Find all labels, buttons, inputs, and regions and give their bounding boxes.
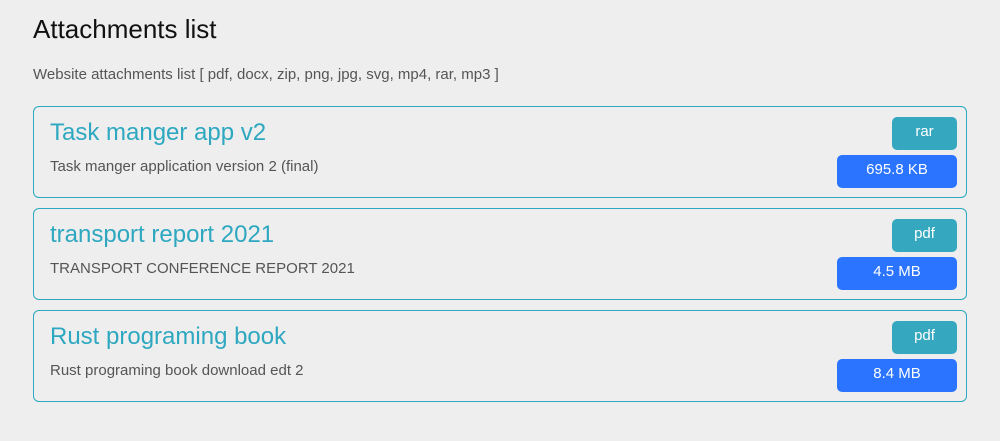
file-size-badge: 4.5 MB xyxy=(837,257,957,290)
file-size-badge: 695.8 KB xyxy=(837,155,957,188)
attachment-card[interactable]: transport report 2021 TRANSPORT CONFEREN… xyxy=(33,208,967,300)
attachment-description: Rust programing book download edt 2 xyxy=(50,362,304,379)
file-size-badge: 8.4 MB xyxy=(837,359,957,392)
attachment-card[interactable]: Rust programing book Rust programing boo… xyxy=(33,310,967,402)
attachment-title[interactable]: Rust programing book xyxy=(50,323,286,351)
page-title: Attachments list xyxy=(33,14,217,44)
attachment-card[interactable]: Task manger app v2 Task manger applicati… xyxy=(33,106,967,198)
attachment-description: TRANSPORT CONFERENCE REPORT 2021 xyxy=(50,260,355,277)
page-subtitle: Website attachments list [ pdf, docx, zi… xyxy=(33,66,499,83)
attachment-title[interactable]: transport report 2021 xyxy=(50,221,274,249)
file-type-badge: pdf xyxy=(892,219,957,252)
attachment-description: Task manger application version 2 (final… xyxy=(50,158,319,175)
file-type-badge: rar xyxy=(892,117,957,150)
attachment-title[interactable]: Task manger app v2 xyxy=(50,119,266,147)
file-type-badge: pdf xyxy=(892,321,957,354)
